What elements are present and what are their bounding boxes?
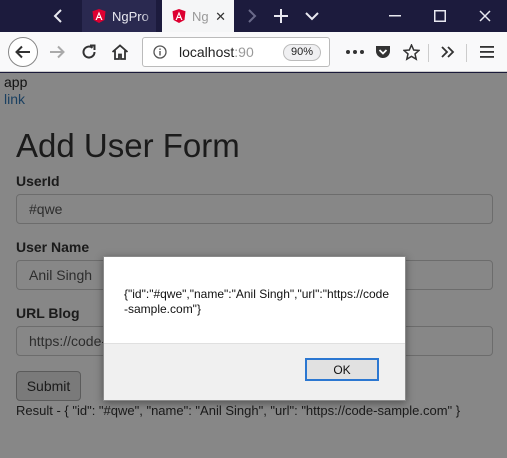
overflow-icon bbox=[441, 46, 455, 58]
star-icon bbox=[402, 43, 420, 61]
url-text: localhost:90 bbox=[179, 44, 275, 60]
zoom-level-badge[interactable]: 90% bbox=[282, 44, 321, 61]
alert-dialog: {"id":"#qwe","name":"Anil Singh","url":"… bbox=[103, 256, 406, 401]
reload-button[interactable] bbox=[75, 38, 103, 66]
ok-button[interactable]: OK bbox=[305, 358, 379, 381]
toolbar-divider bbox=[428, 44, 429, 62]
reload-icon bbox=[82, 44, 96, 59]
list-all-tabs-icon[interactable] bbox=[298, 0, 326, 32]
url-port: :90 bbox=[234, 44, 254, 60]
home-button[interactable] bbox=[106, 38, 134, 66]
bookmark-button[interactable] bbox=[397, 38, 425, 66]
tab-title: Ng bbox=[192, 8, 209, 24]
address-bar[interactable]: localhost:90 90% bbox=[142, 37, 330, 67]
title-bar: NgPro Ng ✕ bbox=[0, 0, 507, 32]
overflow-menu-button[interactable] bbox=[434, 38, 462, 66]
home-icon bbox=[111, 44, 129, 60]
info-icon[interactable] bbox=[149, 45, 171, 59]
more-icon bbox=[346, 50, 364, 54]
alert-footer: OK bbox=[104, 343, 405, 400]
angular-icon bbox=[172, 9, 186, 23]
alert-message: {"id":"#qwe","name":"Anil Singh","url":"… bbox=[124, 287, 389, 316]
app-menu-button[interactable] bbox=[473, 38, 501, 66]
tab-scroll-right-icon[interactable] bbox=[238, 0, 266, 32]
new-tab-icon[interactable] bbox=[266, 0, 296, 32]
angular-icon bbox=[92, 9, 106, 23]
tab-scroll-left-icon[interactable] bbox=[44, 0, 72, 32]
toolbar-divider bbox=[466, 44, 467, 62]
close-icon[interactable]: ✕ bbox=[215, 9, 226, 25]
back-button[interactable] bbox=[8, 37, 38, 67]
maximize-icon[interactable] bbox=[418, 0, 462, 32]
tab-ng-active[interactable]: Ng ✕ bbox=[162, 0, 234, 32]
window-close-icon[interactable] bbox=[463, 0, 507, 32]
back-arrow-icon bbox=[15, 45, 30, 59]
navigation-toolbar: localhost:90 90% bbox=[0, 32, 507, 72]
url-host: localhost bbox=[179, 44, 235, 60]
tab-ngpro[interactable]: NgPro bbox=[82, 0, 156, 32]
forward-arrow-icon bbox=[50, 45, 65, 59]
minimize-icon[interactable] bbox=[373, 0, 417, 32]
forward-button[interactable] bbox=[43, 38, 71, 66]
menu-icon bbox=[480, 46, 494, 58]
page-actions-button[interactable] bbox=[341, 38, 369, 66]
pocket-icon bbox=[376, 45, 390, 58]
pocket-button[interactable] bbox=[369, 38, 397, 66]
